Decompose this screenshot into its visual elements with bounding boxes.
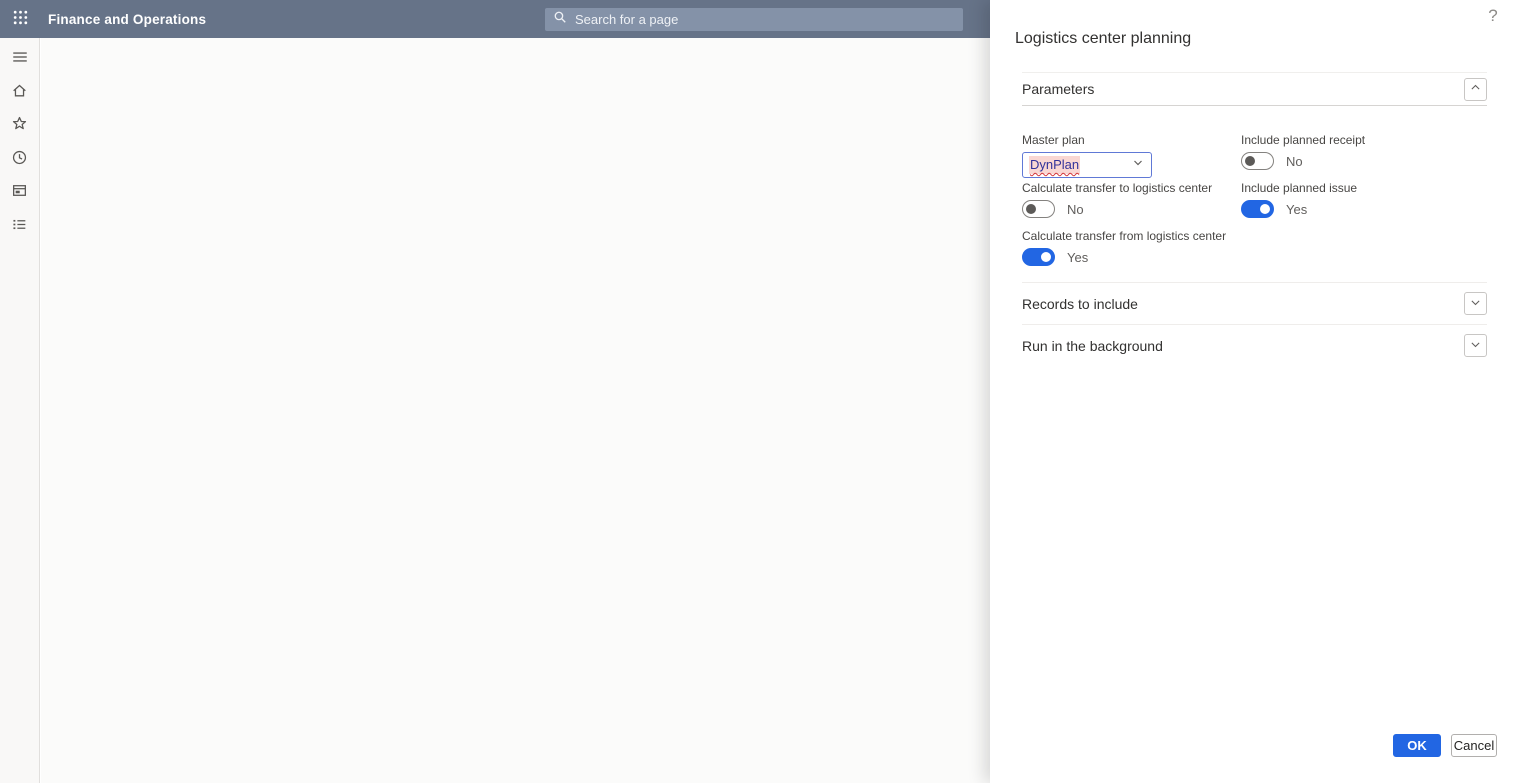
master-plan-value: DynPlan bbox=[1029, 156, 1081, 174]
include-planned-issue-field: Include planned issue Yes bbox=[1241, 181, 1487, 229]
logistics-center-planning-dialog: ? Logistics center planning Parameters M… bbox=[990, 0, 1518, 783]
section-label-records-to-include: Records to include bbox=[1022, 295, 1138, 312]
search-input[interactable] bbox=[575, 12, 955, 27]
expand-records-button[interactable] bbox=[1464, 292, 1487, 315]
modules-list-icon[interactable] bbox=[0, 208, 40, 242]
include-planned-receipt-label: Include planned receipt bbox=[1241, 133, 1366, 147]
section-header-records-to-include[interactable]: Records to include bbox=[1022, 282, 1487, 324]
app-root: Finance and Operations Search for a page… bbox=[0, 0, 1518, 783]
app-title: Finance and Operations bbox=[48, 11, 207, 27]
include-planned-receipt-field: Include planned receipt No bbox=[1241, 133, 1487, 181]
calculate-transfer-from-toggle[interactable] bbox=[1022, 248, 1055, 266]
parameters-fields: Master plan DynPlan Include planned rece… bbox=[1022, 106, 1487, 282]
include-planned-issue-toggle[interactable] bbox=[1241, 200, 1274, 218]
favorites-star-icon[interactable] bbox=[0, 107, 40, 141]
section-header-parameters[interactable]: Parameters bbox=[1022, 72, 1487, 106]
include-planned-issue-value: Yes bbox=[1286, 201, 1308, 217]
nav-rail bbox=[0, 38, 40, 783]
chevron-down-icon bbox=[1469, 338, 1482, 354]
section-label-run-in-background: Run in the background bbox=[1022, 337, 1163, 354]
master-plan-label: Master plan bbox=[1022, 133, 1085, 147]
collapse-parameters-button[interactable] bbox=[1464, 77, 1487, 101]
master-plan-combobox[interactable]: DynPlan bbox=[1022, 152, 1152, 178]
calculate-transfer-from-field: Calculate transfer from logistics center… bbox=[1022, 229, 1241, 277]
page-search-box[interactable] bbox=[545, 8, 963, 31]
cancel-button[interactable]: Cancel bbox=[1451, 734, 1497, 757]
include-planned-receipt-toggle[interactable] bbox=[1241, 152, 1274, 170]
calculate-transfer-to-value: No bbox=[1067, 201, 1084, 217]
empty-grid-cell bbox=[1241, 229, 1487, 277]
calculate-transfer-to-toggle[interactable] bbox=[1022, 200, 1055, 218]
help-icon[interactable]: ? bbox=[1482, 4, 1504, 28]
section-label-parameters: Parameters bbox=[1022, 81, 1095, 97]
calculate-transfer-to-field: Calculate transfer to logistics center N… bbox=[1022, 181, 1241, 229]
home-icon[interactable] bbox=[0, 74, 40, 108]
waffle-icon bbox=[12, 9, 29, 29]
menu-icon[interactable] bbox=[0, 40, 40, 74]
main-content-area bbox=[41, 38, 990, 783]
section-header-run-in-background[interactable]: Run in the background bbox=[1022, 324, 1487, 366]
ok-button[interactable]: OK bbox=[1393, 734, 1441, 757]
search-icon bbox=[553, 10, 575, 29]
include-planned-receipt-value: No bbox=[1286, 153, 1303, 169]
chevron-down-icon bbox=[1469, 296, 1482, 312]
app-launcher-button[interactable] bbox=[0, 0, 40, 38]
calculate-transfer-to-label: Calculate transfer to logistics center bbox=[1022, 181, 1213, 195]
chevron-down-icon bbox=[1132, 156, 1144, 174]
recent-clock-icon[interactable] bbox=[0, 141, 40, 175]
calculate-transfer-from-value: Yes bbox=[1067, 249, 1089, 265]
workspace-icon[interactable] bbox=[0, 174, 40, 208]
include-planned-issue-label: Include planned issue bbox=[1241, 181, 1358, 195]
master-plan-field: Master plan DynPlan bbox=[1022, 133, 1241, 181]
chevron-up-icon bbox=[1469, 81, 1482, 97]
calculate-transfer-from-label: Calculate transfer from logistics center bbox=[1022, 229, 1227, 243]
expand-run-in-background-button[interactable] bbox=[1464, 334, 1487, 357]
dialog-footer: OK Cancel bbox=[1393, 734, 1497, 757]
dialog-title: Logistics center planning bbox=[1015, 30, 1192, 47]
